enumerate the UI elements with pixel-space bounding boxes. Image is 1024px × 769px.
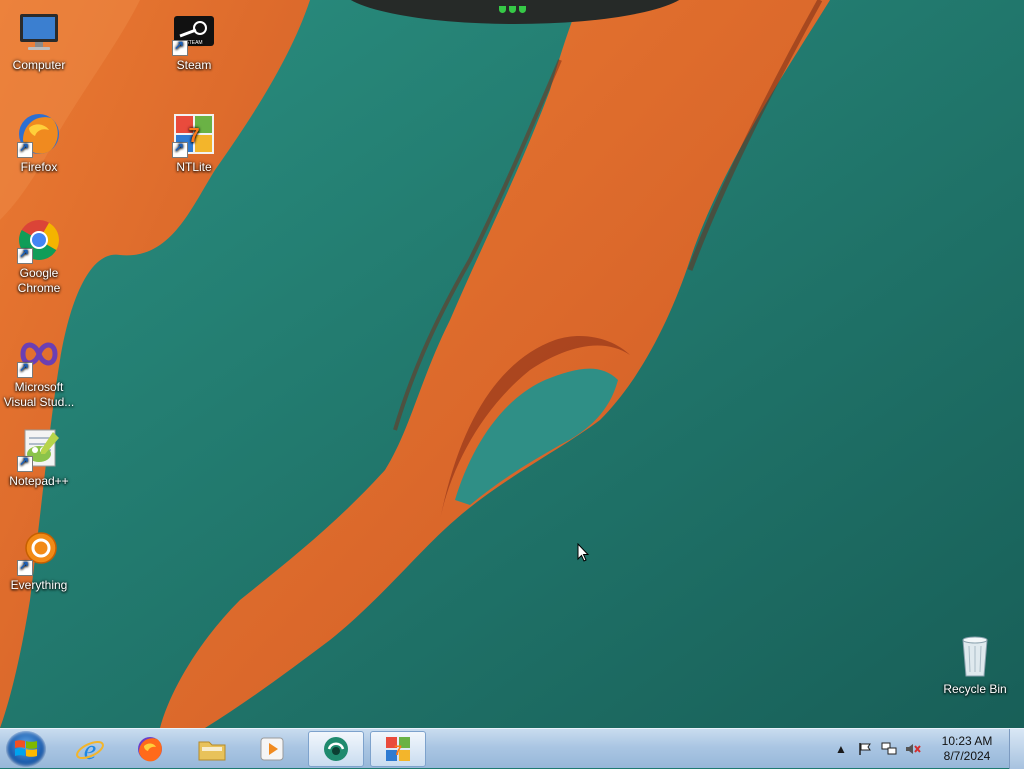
firefox-icon <box>15 110 63 158</box>
desktop-icon-firefox[interactable]: Firefox <box>1 110 77 175</box>
desktop-icon-visual-studio[interactable]: Microsoft Visual Stud... <box>1 330 77 410</box>
desktop-icon-label: Microsoft Visual Stud... <box>3 380 75 409</box>
visual-studio-icon <box>15 330 63 378</box>
wallpaper-art <box>0 0 1024 728</box>
desktop-icon-steam[interactable]: STEAM Steam <box>156 8 232 73</box>
windows-logo-icon <box>15 740 37 757</box>
clock-time: 10:23 AM <box>941 734 993 748</box>
desktop-icon-label: Steam <box>176 58 212 72</box>
desktop-icon-ntlite[interactable]: 7 NTLite <box>156 110 232 175</box>
shortcut-arrow-icon <box>172 38 188 56</box>
shortcut-arrow-icon <box>17 140 33 158</box>
desktop-icon-label: Everything <box>10 578 68 592</box>
shortcut-arrow-icon <box>17 454 33 472</box>
desktop-icon-label: Google Chrome <box>17 266 61 295</box>
desktop-icon-label: Notepad++ <box>9 474 69 488</box>
desktop-icon-label: Firefox <box>20 160 58 174</box>
start-button[interactable] <box>6 731 46 767</box>
desktop-icon-computer[interactable]: Computer <box>1 8 77 73</box>
mouse-cursor-icon <box>577 542 590 566</box>
network-icon[interactable] <box>880 740 898 758</box>
clock[interactable]: 10:23 AM 8/7/2024 <box>931 734 1003 764</box>
svg-text:7: 7 <box>394 742 402 758</box>
taskbar-file-explorer[interactable] <box>184 731 240 767</box>
taskbar: e 7 ▲ 10:23 AM 8/7/2024 <box>0 728 1024 769</box>
system-tray: ▲ 10:23 AM 8/7/2024 <box>829 729 1024 769</box>
folder-icon <box>198 741 226 761</box>
gadget-indicator-icon <box>496 6 528 16</box>
desktop-icon-label: NTLite <box>176 160 212 174</box>
clock-date: 8/7/2024 <box>943 749 991 763</box>
taskbar-internet-explorer[interactable]: e <box>62 731 118 767</box>
internet-explorer-icon: e <box>76 735 104 764</box>
everything-icon <box>15 528 63 576</box>
desktop-icon-label: Recycle Bin <box>943 682 1007 696</box>
chrome-icon <box>15 216 63 264</box>
desktop-icon-chrome[interactable]: Google Chrome <box>1 216 77 296</box>
shortcut-arrow-icon <box>17 246 33 264</box>
svg-text:7: 7 <box>188 125 199 147</box>
show-desktop-button[interactable] <box>1009 729 1024 769</box>
shortcut-arrow-icon <box>17 360 33 378</box>
media-player-icon <box>260 737 284 761</box>
taskbar-running-app[interactable] <box>308 731 364 767</box>
desktop-icon-everything[interactable]: Everything <box>1 528 77 593</box>
desktop-icon-label: Computer <box>12 58 66 72</box>
action-center-flag-icon[interactable] <box>856 740 874 758</box>
taskbar-firefox[interactable] <box>122 731 178 767</box>
desktop-wallpaper <box>0 0 1024 728</box>
notepadpp-icon <box>15 424 63 472</box>
computer-icon <box>15 8 63 56</box>
firefox-icon <box>138 737 162 762</box>
desktop-icon-recycle-bin[interactable]: Recycle Bin <box>937 632 1013 697</box>
recycle-bin-icon <box>951 632 999 680</box>
taskbar-media-player[interactable] <box>244 731 300 767</box>
svg-text:e: e <box>84 735 96 764</box>
ntlite-icon: 7 <box>386 737 410 761</box>
volume-muted-icon[interactable] <box>904 740 922 758</box>
green-circle-app-icon <box>324 737 348 761</box>
steam-icon: STEAM <box>170 8 218 56</box>
shortcut-arrow-icon <box>172 140 188 158</box>
taskbar-ntlite[interactable]: 7 <box>370 731 426 767</box>
desktop-icon-notepadpp[interactable]: Notepad++ <box>1 424 77 489</box>
ntlite-icon: 7 <box>170 110 218 158</box>
show-hidden-icons-icon[interactable]: ▲ <box>832 740 850 758</box>
shortcut-arrow-icon <box>17 558 33 576</box>
